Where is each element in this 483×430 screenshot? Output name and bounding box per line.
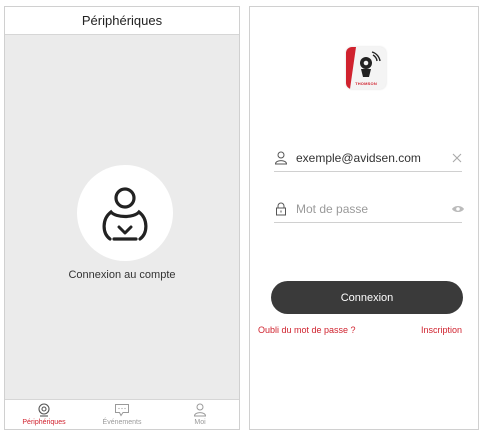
- devices-screen: Périphériques Connexion au compte Périph…: [4, 6, 240, 430]
- lock-icon: [274, 202, 288, 216]
- user-icon: [102, 187, 148, 241]
- tab-devices[interactable]: Périphériques: [5, 400, 83, 429]
- email-field: [274, 144, 462, 172]
- password-input[interactable]: [288, 201, 451, 216]
- signup-link[interactable]: Inscription: [421, 325, 462, 335]
- user-icon: [274, 151, 288, 165]
- password-field: [274, 195, 465, 223]
- tab-label: Moi: [194, 419, 206, 426]
- login-button[interactable]: Connexion: [271, 281, 463, 314]
- page-title: Périphériques: [81, 13, 163, 28]
- clear-icon[interactable]: [451, 152, 463, 164]
- login-caption[interactable]: Connexion au compte: [5, 269, 239, 281]
- email-input[interactable]: [288, 150, 451, 165]
- camera-icon: [38, 403, 50, 417]
- eye-icon[interactable]: [451, 204, 465, 214]
- tab-label: Événements: [102, 419, 142, 426]
- brand-logo-text: THOMSON: [355, 81, 377, 86]
- bottom-tab-bar: Périphériques Événements Moi: [5, 399, 239, 429]
- forgot-password-link[interactable]: Oubli du mot de passe ?: [258, 325, 356, 335]
- screen-header: Périphériques: [5, 7, 239, 35]
- message-icon: [115, 404, 129, 417]
- user-icon: [193, 403, 207, 417]
- tab-label: Périphériques: [22, 419, 66, 426]
- tab-events[interactable]: Événements: [83, 400, 161, 429]
- login-screen: THOMSON exemple@avidsen.com Connexion Ou…: [249, 6, 479, 430]
- tab-me[interactable]: Moi: [161, 400, 239, 429]
- account-login-avatar[interactable]: [77, 165, 173, 261]
- app-logo: THOMSON: [346, 47, 386, 89]
